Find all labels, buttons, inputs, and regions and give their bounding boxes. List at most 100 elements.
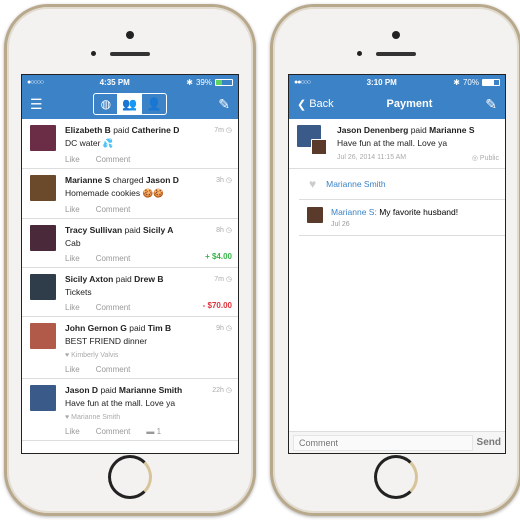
comment-author[interactable]: Marianne S: bbox=[331, 207, 377, 217]
payment-message: Have fun at the mall. Love ya bbox=[337, 138, 448, 148]
hamburger-icon[interactable]: ☰ bbox=[30, 96, 43, 113]
target[interactable]: Jason D bbox=[146, 175, 179, 185]
feed-message: BEST FRIEND dinner bbox=[65, 336, 148, 346]
bluetooth-icon: ✱ bbox=[453, 77, 460, 87]
feed-message: DC water 💦 bbox=[65, 138, 114, 148]
comment-button[interactable]: Comment bbox=[96, 254, 131, 263]
timestamp: 3h ◷ bbox=[216, 177, 232, 184]
like-button[interactable]: Like bbox=[65, 254, 80, 263]
timestamp: 7m ◷ bbox=[214, 276, 232, 283]
nav-bar: ❮ Back Payment ✎ bbox=[289, 89, 505, 119]
comment-text: My favorite husband! bbox=[379, 207, 459, 217]
feed-item[interactable]: Jason D paid Marianne Smith Have fun at … bbox=[22, 379, 238, 441]
phone-right: ●●○○○ 3:10 PM ✱ 70% ❮ Back Payment ✎ Jason… bbox=[270, 4, 520, 516]
sensor bbox=[91, 51, 96, 56]
timestamp: 7m ◷ bbox=[214, 127, 232, 134]
send-button[interactable]: Send bbox=[477, 437, 501, 448]
clock-icon: ◷ bbox=[225, 127, 232, 134]
actor[interactable]: Elizabeth B bbox=[65, 125, 111, 135]
clock-icon: ◷ bbox=[225, 325, 232, 332]
feed-list: Elizabeth B paid Catherine D DC water 💦 L… bbox=[22, 119, 238, 441]
actor[interactable]: John Gernon G bbox=[65, 323, 127, 333]
battery-icon bbox=[482, 78, 500, 86]
target[interactable]: Sicily A bbox=[143, 225, 173, 235]
feed-message: Homemade cookies 🍪🍪 bbox=[65, 188, 164, 198]
like-button[interactable]: Like bbox=[65, 155, 80, 164]
comment-button[interactable]: Comment bbox=[96, 365, 131, 374]
target[interactable]: Drew B bbox=[134, 274, 163, 284]
target[interactable]: Marianne Smith bbox=[119, 385, 182, 395]
target[interactable]: Catherine D bbox=[132, 125, 180, 135]
comment-bar: Send bbox=[289, 431, 505, 453]
comment-button[interactable]: Comment bbox=[96, 303, 131, 312]
timestamp: 9h ◷ bbox=[216, 325, 232, 332]
feed-item[interactable]: Elizabeth B paid Catherine D DC water 💦 L… bbox=[22, 119, 238, 169]
avatar[interactable] bbox=[30, 385, 56, 411]
actor[interactable]: Marianne S bbox=[65, 175, 110, 185]
actor[interactable]: Jason D bbox=[65, 385, 98, 395]
back-button[interactable]: ❮ Back bbox=[297, 98, 334, 111]
speaker bbox=[110, 52, 150, 56]
comment-item: Marianne S: My favorite husband! Jul 26 bbox=[299, 200, 505, 236]
home-button[interactable] bbox=[108, 455, 152, 499]
heart-icon[interactable]: ♥ bbox=[309, 177, 316, 191]
target[interactable]: Tim B bbox=[148, 323, 171, 333]
person-icon[interactable]: 👤 bbox=[142, 94, 166, 114]
payment-screen: ●●○○○ 3:10 PM ✱ 70% ❮ Back Payment ✎ Jason… bbox=[288, 74, 506, 454]
timestamp: 22h ◷ bbox=[212, 387, 232, 394]
like-button[interactable]: Like bbox=[65, 303, 80, 312]
camera bbox=[126, 31, 134, 39]
feed-message: Tickets bbox=[65, 287, 92, 297]
feed-item[interactable]: Sicily Axton paid Drew B Tickets Like Comm… bbox=[22, 268, 238, 317]
like-button[interactable]: Like bbox=[65, 205, 80, 214]
feed-item[interactable]: John Gernon G paid Tim B BEST FRIEND din… bbox=[22, 317, 238, 379]
feed-screen: ●○○○○ 4:35 PM ✱ 39% ☰ ◍ 👥 👤 ✎ Elizabeth B… bbox=[21, 74, 239, 454]
target[interactable]: Marianne S bbox=[429, 125, 474, 135]
avatar[interactable] bbox=[30, 274, 56, 300]
compose-icon[interactable]: ✎ bbox=[485, 96, 497, 113]
page-title: Payment bbox=[386, 98, 433, 110]
sensor bbox=[357, 51, 362, 56]
like-button[interactable]: Like bbox=[65, 365, 80, 374]
feed-message: Have fun at the mall. Love ya bbox=[65, 398, 176, 408]
speech-bubble-icon: ▬ bbox=[146, 427, 155, 436]
camera bbox=[392, 31, 400, 39]
payment-detail: Jason Denenberg paid Marianne S Have fun… bbox=[289, 119, 505, 169]
feed-item[interactable]: Tracy Sullivan paid Sicily A Cab Like Comm… bbox=[22, 219, 238, 268]
clock: 3:10 PM bbox=[366, 77, 397, 87]
avatar bbox=[307, 207, 323, 223]
comment-button[interactable]: Comment bbox=[96, 427, 131, 436]
actor[interactable]: Sicily Axton bbox=[65, 274, 113, 284]
heart-icon: ♥ bbox=[65, 414, 70, 421]
comment-input[interactable] bbox=[293, 434, 473, 451]
feed-item[interactable]: Marianne S charged Jason D Homemade cook… bbox=[22, 169, 238, 219]
avatar[interactable] bbox=[30, 175, 56, 201]
comment-button[interactable]: Comment bbox=[96, 205, 131, 214]
battery-icon bbox=[215, 78, 233, 86]
liked-by[interactable]: Marianne Smith bbox=[326, 179, 386, 189]
friends-icon[interactable]: 👥 bbox=[118, 94, 143, 114]
battery-percent: 39% bbox=[195, 77, 212, 87]
like-button[interactable]: Like bbox=[65, 427, 80, 436]
compose-icon[interactable]: ✎ bbox=[218, 96, 230, 113]
home-button[interactable] bbox=[374, 455, 418, 499]
clock: 4:35 PM bbox=[99, 77, 130, 87]
clock-icon: ◷ bbox=[225, 387, 232, 394]
chevron-left-icon: ❮ bbox=[297, 98, 307, 111]
avatar[interactable] bbox=[30, 323, 56, 349]
likes-row: ♥ Marianne Smith bbox=[299, 169, 505, 200]
phone-left: ●○○○○ 4:35 PM ✱ 39% ☰ ◍ 👥 👤 ✎ Elizabeth B… bbox=[4, 4, 256, 516]
comment-button[interactable]: Comment bbox=[96, 155, 131, 164]
globe-icon[interactable]: ◍ bbox=[94, 94, 119, 114]
avatar[interactable] bbox=[30, 225, 56, 251]
actor[interactable]: Tracy Sullivan bbox=[65, 225, 122, 235]
nav-bar: ☰ ◍ 👥 👤 ✎ bbox=[22, 89, 238, 119]
feed-filter: ◍ 👥 👤 bbox=[93, 93, 168, 115]
actor[interactable]: Jason Denenberg bbox=[337, 125, 408, 135]
signal-indicator: ●○○○○ bbox=[27, 78, 44, 86]
payment-date: Jul 26, 2014 11:15 AM bbox=[337, 154, 407, 161]
speaker bbox=[376, 52, 416, 56]
avatar-group bbox=[297, 125, 331, 157]
avatar[interactable] bbox=[30, 125, 56, 151]
battery-percent: 70% bbox=[462, 77, 479, 87]
